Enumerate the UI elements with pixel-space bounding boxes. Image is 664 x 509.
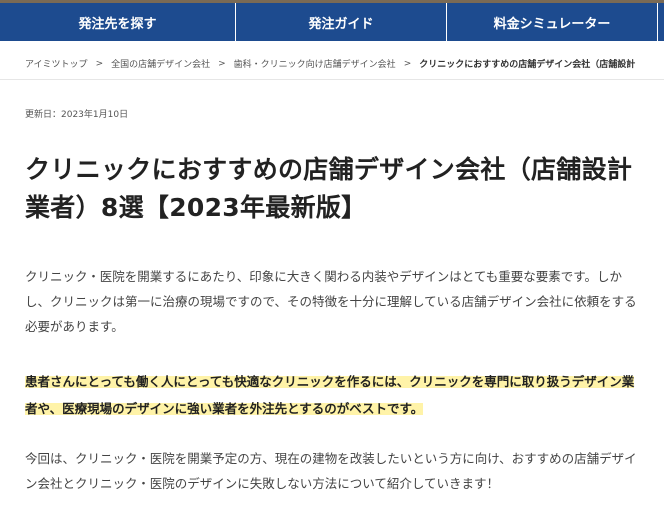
- breadcrumb: アイミツトップ > 全国の店舗デザイン会社 > 歯科・クリニック向け店舗デザイン…: [25, 57, 664, 71]
- breadcrumb-store-design[interactable]: 全国の店舗デザイン会社: [111, 57, 210, 70]
- breadcrumb-separator: >: [218, 58, 226, 69]
- intro-paragraph: クリニック・医院を開業するにあたり、印象に大きく関わる内装やデザインはとても重要…: [25, 269, 637, 334]
- highlighted-text: 患者さんにとっても働く人にとっても快適なクリニックを作るには、クリニックを専門に…: [25, 374, 635, 416]
- highlight-paragraph: 患者さんにとっても働く人にとっても快適なクリニックを作るには、クリニックを専門に…: [25, 368, 641, 422]
- breadcrumb-separator: >: [403, 58, 412, 69]
- top-navigation-bar: 発注先を探す 発注ガイド 料金シミュレーター: [0, 0, 664, 41]
- page-title: クリニックにおすすめの店舗デザイン会社（店舗設計業者）8選【2023年最新版】: [25, 155, 633, 222]
- breadcrumb-current-page: クリニックにおすすめの店舗デザイン会社（店舗設計: [419, 60, 636, 70]
- nav-order-guide[interactable]: 発注ガイド: [236, 3, 447, 41]
- nav-find-vendor[interactable]: 発注先を探す: [0, 3, 236, 41]
- breadcrumb-clinic-design[interactable]: 歯科・クリニック向け店舗デザイン会社: [234, 57, 396, 70]
- closing-paragraph: 今回は、クリニック・医院を開業予定の方、現在の建物を改装したいという方に向け、お…: [25, 451, 637, 491]
- breadcrumb-separator: >: [95, 58, 104, 69]
- nav-price-simulator[interactable]: 料金シミュレーター: [447, 3, 658, 41]
- updated-date: 更新日：2023年1月10日: [25, 110, 129, 120]
- nav-item-cutoff[interactable]: [658, 3, 664, 41]
- breadcrumb-home[interactable]: アイミツトップ: [25, 57, 88, 70]
- divider: [0, 79, 664, 80]
